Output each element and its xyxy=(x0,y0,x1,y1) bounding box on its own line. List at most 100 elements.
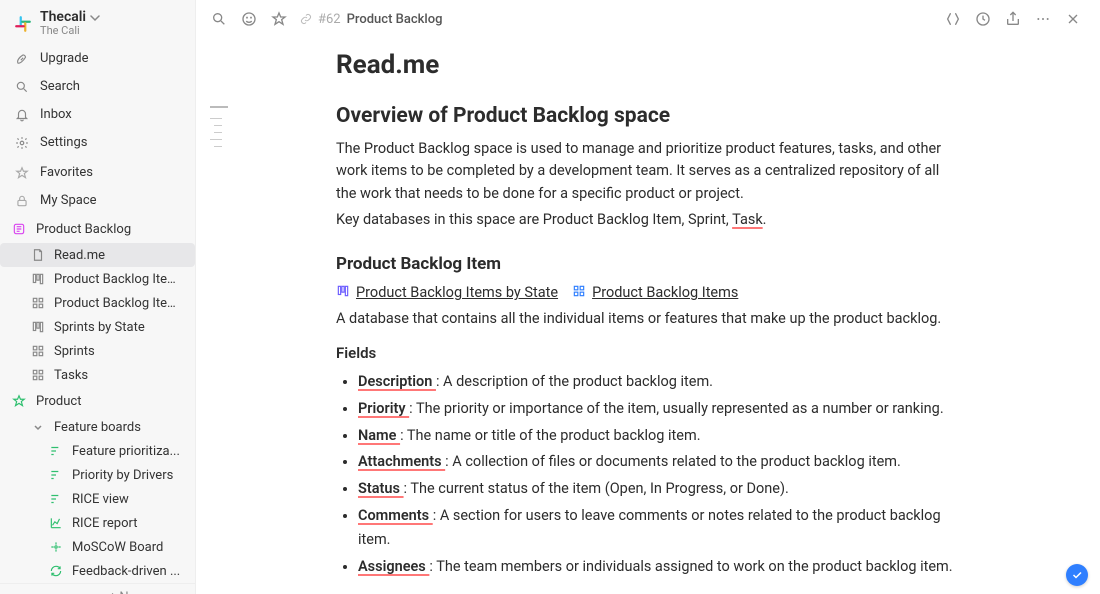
star-icon xyxy=(14,165,30,181)
tree-item[interactable]: Product Backlog Items xyxy=(0,291,195,315)
tree-item-label: Tasks xyxy=(54,368,88,383)
close-icon[interactable] xyxy=(1064,10,1082,28)
sidebar-footer: Templates + New Space xyxy=(0,583,195,594)
workspace-switcher[interactable]: Thecali The Cali xyxy=(0,0,195,43)
doc-icon xyxy=(30,247,46,263)
link-pbi-items-label: Product Backlog Items xyxy=(592,284,738,301)
prio-icon xyxy=(48,491,64,507)
tree-item[interactable]: Feature prioritiza... xyxy=(0,439,195,463)
field-desc: : The name or title of the product backl… xyxy=(400,427,700,444)
nav-search[interactable]: Search xyxy=(0,73,195,101)
emoji-icon[interactable] xyxy=(240,10,258,28)
chevron-icon xyxy=(30,419,46,435)
tree-item[interactable]: Priority by Drivers xyxy=(0,463,195,487)
tree-item-label: Product Backlog Item... xyxy=(54,272,185,287)
space-icon xyxy=(10,220,28,238)
nav-myspace[interactable]: My Space xyxy=(0,187,195,215)
document-content: Read.me Overview of Product Backlog spac… xyxy=(336,34,956,594)
workspace-name: Thecali xyxy=(40,10,86,25)
field-desc: : The priority or importance of the item… xyxy=(409,400,944,417)
search-icon xyxy=(14,79,30,95)
field-desc: : A description of the product backlog i… xyxy=(436,373,713,390)
grid-icon xyxy=(30,295,46,311)
doc-id: #62 xyxy=(318,12,341,27)
workspace-subtitle: The Cali xyxy=(40,25,100,37)
field-name: Status xyxy=(358,480,404,497)
expand-icon[interactable] xyxy=(944,10,962,28)
tree-item[interactable]: Feedback-driven ... xyxy=(0,559,195,583)
tree-item-label: Feature prioritiza... xyxy=(72,444,180,459)
tree-item[interactable]: Sprints xyxy=(0,339,195,363)
lock-icon xyxy=(14,193,30,209)
more-icon[interactable] xyxy=(1034,10,1052,28)
outline-gutter xyxy=(196,34,336,594)
topbar: #62 Product Backlog xyxy=(196,0,1100,34)
heading-overview: Overview of Product Backlog space xyxy=(336,104,956,128)
tree-item[interactable]: Read.me xyxy=(0,243,195,267)
help-badge[interactable] xyxy=(1066,564,1088,586)
star-icon[interactable] xyxy=(270,10,288,28)
overview-paragraph-2: Key databases in this space are Product … xyxy=(336,209,956,231)
space-icon xyxy=(10,392,28,410)
tree-item-label: Feature boards xyxy=(54,420,141,435)
nav-favorites-label: Favorites xyxy=(40,163,93,183)
overview-paragraph-1: The Product Backlog space is used to man… xyxy=(336,138,956,205)
tree-item[interactable]: RICE report xyxy=(0,511,195,535)
overview-p2-suffix: . xyxy=(763,211,767,228)
link-pbi-items[interactable]: Product Backlog Items xyxy=(572,284,738,302)
share-icon[interactable] xyxy=(1004,10,1022,28)
breadcrumb[interactable]: #62 Product Backlog xyxy=(300,12,442,27)
nav-myspace-label: My Space xyxy=(40,191,97,211)
tree-item[interactable]: MoSCoW Board xyxy=(0,535,195,559)
tree-item-label: RICE report xyxy=(72,516,138,531)
field-item: Status : The current status of the item … xyxy=(358,477,956,502)
field-name: Name xyxy=(358,427,400,444)
tree-item[interactable]: Product Backlog Item... xyxy=(0,267,195,291)
space-row[interactable]: Product xyxy=(0,387,195,415)
space-name: Product Backlog xyxy=(36,222,131,237)
tree-item-label: Product Backlog Items xyxy=(54,296,185,311)
nav-favorites[interactable]: Favorites xyxy=(0,159,195,187)
field-item: Comments : A section for users to leave … xyxy=(358,504,956,553)
history-icon[interactable] xyxy=(974,10,992,28)
heading-fields: Fields xyxy=(336,344,956,362)
tree-item[interactable]: RICE view xyxy=(0,487,195,511)
field-name: Attachments xyxy=(358,453,445,470)
nav-upgrade-label: Upgrade xyxy=(40,49,88,69)
field-desc: : A section for users to leave comments … xyxy=(358,507,941,549)
space-name: Product xyxy=(36,394,81,409)
fields-list: Description : A description of the produ… xyxy=(336,370,956,579)
heading-pbi: Product Backlog Item xyxy=(336,254,956,274)
tree-item-label: RICE view xyxy=(72,492,129,507)
nav-upgrade[interactable]: Upgrade xyxy=(0,45,195,73)
tree-item[interactable]: Feature boards xyxy=(0,415,195,439)
field-desc: : A collection of files or documents rel… xyxy=(445,453,901,470)
tree-item-label: Feedback-driven ... xyxy=(72,564,180,579)
tree-item-label: Sprints xyxy=(54,344,95,359)
footer-new-space[interactable]: + New Space xyxy=(109,590,183,594)
field-item: Priority : The priority or importance of… xyxy=(358,397,956,422)
field-item: Name : The name or title of the product … xyxy=(358,424,956,449)
nav-search-label: Search xyxy=(40,77,80,97)
field-desc: : The team members or individuals assign… xyxy=(429,558,952,575)
nav-inbox-label: Inbox xyxy=(40,105,72,125)
board-icon xyxy=(30,271,46,287)
search-icon[interactable] xyxy=(210,10,228,28)
field-name: Comments xyxy=(358,507,433,524)
workspace-logo-icon xyxy=(14,15,32,33)
chart-icon xyxy=(48,515,64,531)
nav-settings[interactable]: Settings xyxy=(0,129,195,157)
tree-item[interactable]: Sprints by State xyxy=(0,315,195,339)
pbi-description: A database that contains all the individ… xyxy=(336,308,956,330)
space-row[interactable]: Product Backlog xyxy=(0,215,195,243)
nav-inbox[interactable]: Inbox xyxy=(0,101,195,129)
main-area: #62 Product Backlog Read.me Overview of xyxy=(196,0,1100,594)
nav-settings-label: Settings xyxy=(40,133,87,153)
tree-item[interactable]: Tasks xyxy=(0,363,195,387)
field-desc: : The current status of the item (Open, … xyxy=(404,480,789,497)
link-pbi-by-state[interactable]: Product Backlog Items by State xyxy=(336,284,558,302)
board-icon xyxy=(336,284,350,302)
link-icon xyxy=(300,13,312,25)
grid-icon xyxy=(572,284,586,302)
cycle-icon xyxy=(48,563,64,579)
